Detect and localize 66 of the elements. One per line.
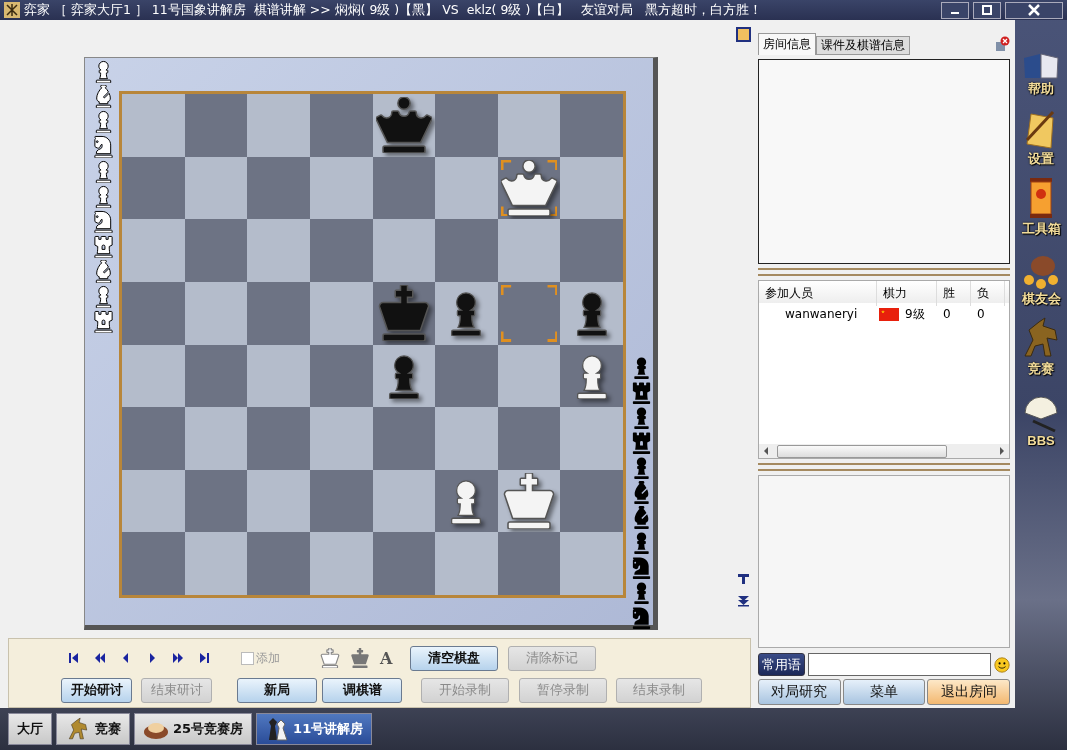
rewind-icon: [94, 652, 106, 664]
toolbar-button[interactable]: 清空棋盘: [410, 645, 499, 671]
horse-icon: [1021, 316, 1061, 360]
maximize-icon: [982, 5, 992, 15]
fan-icon: [1021, 397, 1061, 433]
horizontal-scrollbar[interactable]: [759, 444, 1009, 459]
panel-button[interactable]: 对局研究: [758, 679, 841, 705]
lantern-icon: [1027, 176, 1055, 220]
column-header[interactable]: 参加人员: [759, 281, 877, 307]
column-header[interactable]: 棋力: [877, 281, 937, 307]
panel-splitter[interactable]: [758, 268, 1010, 277]
board-square[interactable]: [560, 281, 623, 345]
board-square[interactable]: [435, 281, 498, 345]
window-title: 弈家 ［ 弈家大厅1 ］ 11号国象讲解房 棋谱讲解 >> 焖焖( 9级 )【黑】 VS eklz( 9级 )【白】 友谊对局 黑方超时，白方胜！: [24, 1, 764, 19]
player-wins: 0: [942, 307, 952, 322]
sidebar-item[interactable]: BBS: [1021, 384, 1061, 448]
font-button[interactable]: A: [376, 648, 397, 668]
book-icon: [1022, 52, 1060, 80]
smiley-icon[interactable]: [994, 654, 1010, 675]
chat-input[interactable]: [808, 653, 991, 676]
column-header[interactable]: 负: [971, 281, 1005, 307]
maximize-button[interactable]: [973, 1, 1001, 19]
sidebar-item[interactable]: 设置: [1023, 104, 1059, 168]
panel-tab[interactable]: 课件及棋谱信息: [816, 36, 910, 55]
toolbar-button[interactable]: 调棋谱: [322, 677, 402, 703]
captured-rook-icon: [92, 235, 115, 258]
close-button[interactable]: [1005, 1, 1063, 19]
captured-knight-icon: [92, 135, 115, 158]
sidebar-item[interactable]: 工具箱: [1021, 174, 1061, 238]
last-icon: [198, 652, 210, 664]
first-icon: [68, 652, 80, 664]
download-icon[interactable]: [737, 595, 750, 607]
player-rating: 9级: [905, 305, 925, 323]
frame-icon[interactable]: [736, 27, 751, 42]
toolbar-button[interactable]: 新局: [237, 677, 317, 703]
board-square[interactable]: [435, 469, 498, 533]
taskbar-tab[interactable]: 竞赛: [56, 713, 130, 745]
scroll-right-icon[interactable]: [999, 447, 1005, 456]
column-header[interactable]: 胜: [937, 281, 971, 307]
taskbar-tab[interactable]: 11号讲解房: [256, 713, 373, 745]
minimize-icon: [951, 12, 959, 14]
panel-button[interactable]: 菜单: [842, 679, 926, 705]
sidebar-item[interactable]: 棋友会: [1021, 244, 1061, 308]
player-name: wanwaneryi: [784, 307, 859, 322]
board-square[interactable]: [372, 344, 436, 408]
text-tool-icon[interactable]: [737, 573, 750, 585]
flag-icon: [879, 307, 899, 321]
player-losses: 0: [976, 307, 986, 322]
sidebar-item[interactable]: 竞赛: [1021, 314, 1061, 378]
minimize-button[interactable]: [941, 1, 969, 19]
captured-rook-icon: [92, 310, 115, 333]
close-badge-icon[interactable]: [994, 36, 1010, 52]
fast-forward-icon: [172, 652, 184, 664]
logo-icon: [4, 2, 20, 18]
captured-knight-icon: [92, 210, 115, 233]
close-icon: [1028, 4, 1040, 16]
scroll-left-icon[interactable]: [763, 447, 769, 456]
panel-splitter[interactable]: [758, 463, 1010, 472]
board-square[interactable]: [560, 344, 623, 408]
taskbar-tab[interactable]: 25号竞赛房: [134, 713, 253, 745]
sidebar-item[interactable]: 帮助: [1022, 34, 1060, 98]
taskbar-tab[interactable]: 大厅: [8, 713, 52, 745]
panel-tab[interactable]: 房间信息: [758, 33, 816, 55]
panel-button[interactable]: 退出房间: [927, 679, 1010, 705]
phrase-button[interactable]: 常用语: [758, 653, 805, 676]
toolbar-button[interactable]: 开始研讨: [61, 677, 132, 703]
